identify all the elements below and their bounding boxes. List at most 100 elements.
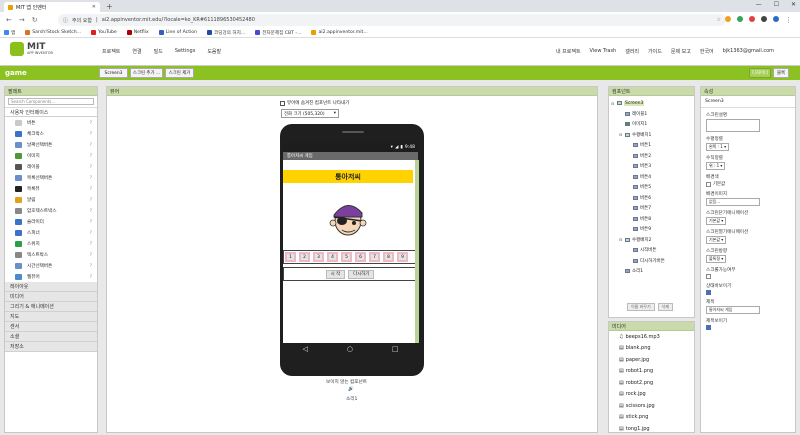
media-file[interactable]: ▤ scissors.jpg [609, 400, 694, 412]
bookmark-youtube[interactable]: YouTube [91, 30, 117, 35]
avatar[interactable] [773, 16, 779, 22]
maximize-button[interactable]: ☐ [774, 1, 779, 8]
number-button[interactable]: 6 [355, 252, 366, 262]
tree-node[interactable]: 버튼2 [611, 151, 692, 162]
number-button[interactable]: 4 [327, 252, 338, 262]
help-icon[interactable]: ? [90, 230, 92, 235]
help-icon[interactable]: ? [90, 175, 92, 180]
menu-dots-icon[interactable]: ⋮ [785, 16, 792, 24]
my-projects-link[interactable]: 내 프로젝트 [556, 48, 581, 55]
palette-item[interactable]: 웹뷰어? [5, 271, 97, 282]
tree-node[interactable]: 버튼7 [611, 203, 692, 214]
palette-item[interactable]: 체크박스? [5, 128, 97, 139]
guide-link[interactable]: 가이드 [648, 48, 662, 55]
menu-projects[interactable]: 프로젝트 [102, 48, 120, 55]
media-file[interactable]: ▤ robot2.png [609, 377, 694, 389]
media-file[interactable]: ♫ beeps16.mp3 [609, 331, 694, 343]
palette-item[interactable]: 이미지? [5, 150, 97, 161]
delete-button[interactable]: 삭제 [657, 303, 674, 311]
help-icon[interactable]: ? [90, 120, 92, 125]
bookmark-sketch[interactable]: Sarsh!Stock Sketch... [25, 30, 81, 35]
number-button[interactable]: 9 [397, 252, 408, 262]
palette-item[interactable]: 알림? [5, 194, 97, 205]
palette-category[interactable]: 레이아웃 [5, 282, 97, 292]
rename-button[interactable]: 이름 바꾸기 [627, 303, 655, 311]
close-window-button[interactable]: ✕ [791, 1, 796, 8]
nav-recent-icon[interactable]: □ [392, 345, 399, 353]
gallery-link[interactable]: 갤러리 [625, 48, 639, 55]
palette-category[interactable]: 지도 [5, 312, 97, 322]
palette-item[interactable]: 목록선택버튼? [5, 172, 97, 183]
number-button[interactable]: 8 [383, 252, 394, 262]
tree-node[interactable]: 이미지1 [611, 119, 692, 130]
tree-node[interactable]: 시작버튼 [611, 245, 692, 256]
designer-button[interactable]: 디자이너 [749, 68, 771, 78]
help-icon[interactable]: ? [90, 274, 92, 279]
menu-settings[interactable]: Settings [175, 48, 196, 55]
remove-screen-button[interactable]: 스크린 제거 [165, 68, 194, 78]
property-dropdown[interactable]: 불특정 ▾ [706, 255, 727, 263]
help-icon[interactable]: ? [90, 197, 92, 202]
checkbox-box[interactable] [280, 100, 285, 106]
number-button[interactable]: 3 [313, 252, 324, 262]
browser-tab[interactable]: MIT 앱 인벤터 ✕ [4, 2, 100, 12]
property-input[interactable]: 없음... [706, 198, 760, 206]
retry-button[interactable]: 다시하기 [348, 269, 375, 279]
tree-node[interactable]: 레이블1 [611, 109, 692, 120]
tree-node[interactable]: ⊟ 수평배치1 [611, 130, 692, 141]
new-tab-button[interactable]: + [106, 2, 113, 11]
palette-category[interactable]: 미디어 [5, 292, 97, 302]
number-button[interactable]: 5 [341, 252, 352, 262]
start-button[interactable]: 시 작 [325, 269, 346, 279]
property-dropdown[interactable]: 위 : 1 ▾ [706, 162, 726, 170]
number-button[interactable]: 2 [299, 252, 310, 262]
bookmark-ai2[interactable]: ai2.appinventor.mit... [311, 30, 368, 35]
tree-node[interactable]: 버튼3 [611, 161, 692, 172]
help-icon[interactable]: ? [90, 219, 92, 224]
media-file[interactable]: ▤ rock.jpg [609, 389, 694, 401]
sound-icon[interactable]: 🔊 [348, 387, 354, 392]
star-icon[interactable]: ☆ [717, 17, 721, 23]
heading-label[interactable]: 통아저씨 [283, 170, 413, 183]
nav-back-icon[interactable]: ◁ [302, 345, 307, 353]
account-menu[interactable]: bjk1363@gmail.com [723, 48, 774, 55]
minimize-button[interactable]: — [756, 1, 762, 8]
report-issue-link[interactable]: 문제 보고 [671, 48, 691, 55]
tree-node[interactable]: 버튼5 [611, 182, 692, 193]
color-picker[interactable]: 기본값 [706, 181, 795, 187]
help-icon[interactable]: ? [90, 208, 92, 213]
property-checkbox[interactable] [706, 274, 711, 279]
reload-icon[interactable]: ↻ [32, 16, 38, 24]
palette-item[interactable]: 스위치? [5, 238, 97, 249]
tree-node[interactable]: 다시하기버튼 [611, 256, 692, 267]
hidden-components-checkbox[interactable]: 뷰어에 숨겨진 컴포넌트 나타내기 [280, 100, 349, 106]
palette-item[interactable]: 암호텍스트박스? [5, 205, 97, 216]
extension-icon[interactable] [737, 16, 743, 22]
tree-node[interactable]: ⊟ 수평배치2 [611, 235, 692, 246]
palette-item[interactable]: 레이블? [5, 161, 97, 172]
property-checkbox[interactable] [706, 325, 711, 330]
extension-icon[interactable] [749, 16, 755, 22]
palette-category[interactable]: 저장소 [5, 342, 97, 352]
menu-build[interactable]: 빌드 [154, 48, 163, 55]
expand-toggle-icon[interactable]: ⊟ [611, 101, 615, 106]
media-file[interactable]: ▤ robot1.png [609, 366, 694, 378]
media-file[interactable]: ▤ paper.jpg [609, 354, 694, 366]
media-file[interactable]: ▤ blank.png [609, 343, 694, 355]
help-icon[interactable]: ? [90, 131, 92, 136]
help-icon[interactable]: ? [90, 153, 92, 158]
view-trash-link[interactable]: View Trash [590, 48, 617, 55]
tree-node[interactable]: 버튼4 [611, 172, 692, 183]
palette-category[interactable]: 그리기 & 애니메이션 [5, 302, 97, 312]
palette-category[interactable]: 센서 [5, 322, 97, 332]
phone-size-select[interactable]: 전화 크기 (505,320) ▾ [281, 109, 339, 118]
property-dropdown[interactable]: 기본값 ▾ [706, 217, 727, 225]
bookmark-coding[interactable]: 코딩강의 허지... [207, 30, 245, 36]
forward-arrow-icon[interactable]: → [19, 16, 25, 24]
palette-item[interactable]: 시간선택버튼? [5, 260, 97, 271]
help-icon[interactable]: ? [90, 186, 92, 191]
palette-category[interactable]: 소셜 [5, 332, 97, 342]
palette-item[interactable]: 버튼? [5, 117, 97, 128]
bookmark-apps[interactable]: 앱 [4, 30, 15, 36]
palette-item[interactable]: 스피너? [5, 227, 97, 238]
